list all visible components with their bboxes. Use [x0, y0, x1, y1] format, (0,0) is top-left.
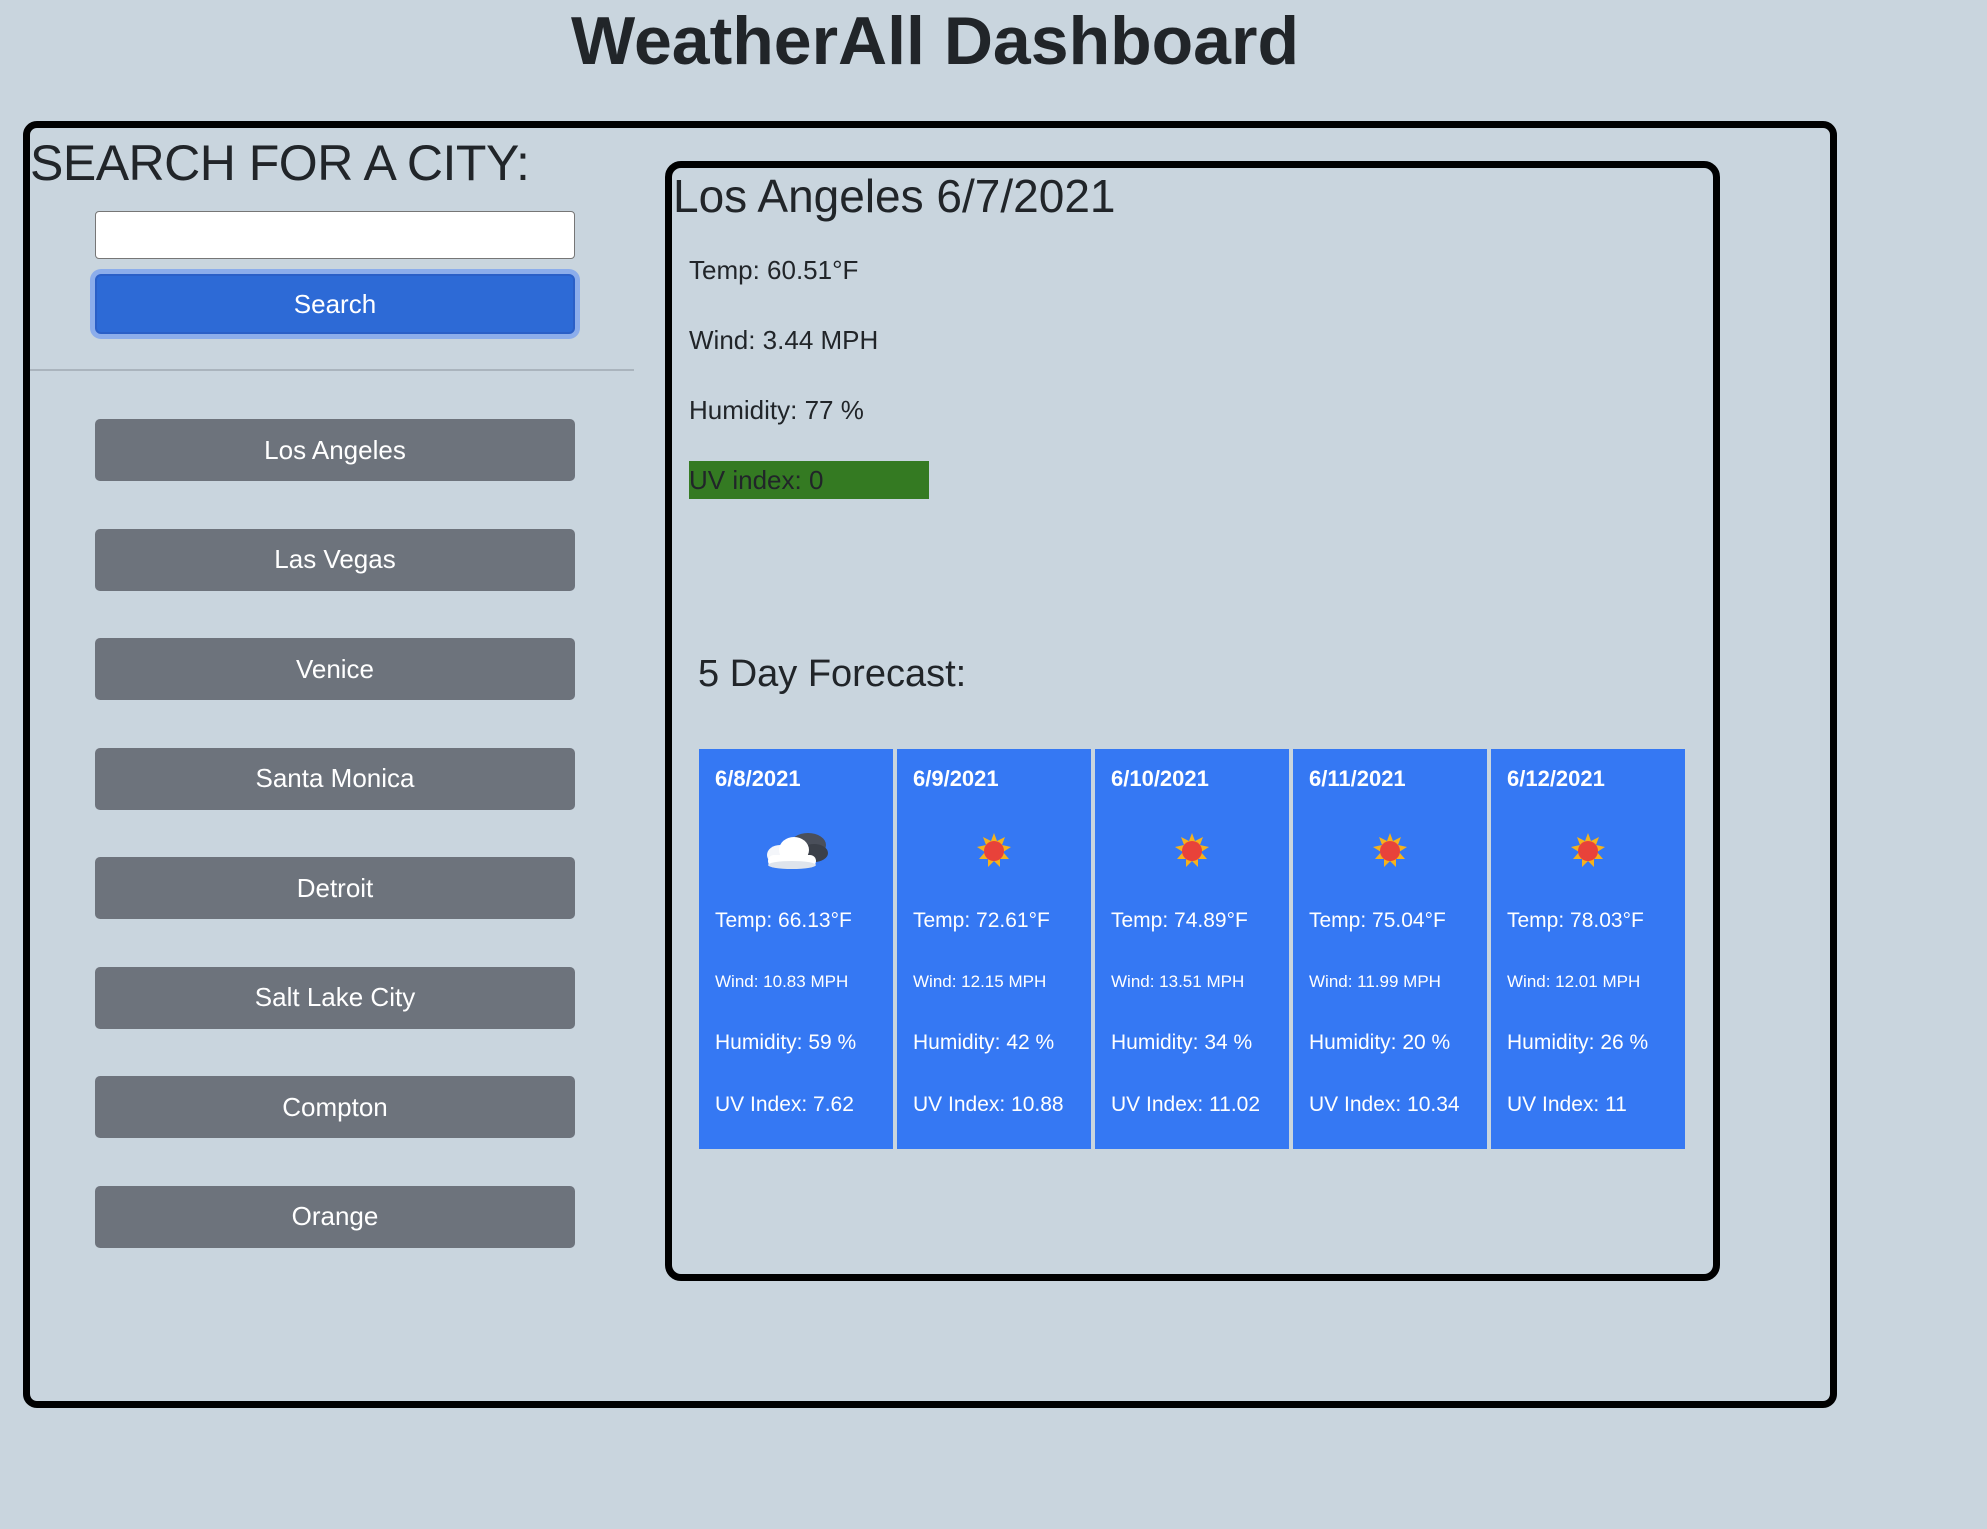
forecast-date: 6/11/2021	[1309, 766, 1406, 791]
forecast-humidity: Humidity: 26 %	[1507, 1031, 1649, 1054]
forecast-date: 6/10/2021	[1111, 766, 1209, 791]
history-button-detroit[interactable]: Detroit	[95, 857, 575, 919]
forecast-heading: 5 Day Forecast:	[698, 653, 967, 695]
history-button-salt-lake-city[interactable]: Salt Lake City	[95, 966, 575, 1029]
partly-cloudy-icon	[767, 833, 828, 869]
history-button-las-vegas[interactable]: Las Vegas	[95, 528, 575, 591]
sun-icon	[977, 833, 1011, 867]
forecast-humidity: Humidity: 42 %	[913, 1031, 1055, 1054]
forecast-uv: UV Index: 11.02	[1111, 1093, 1261, 1116]
forecast-card: 6/9/2021 Temp: 72.61°F Wind: 12.15 MPH H…	[897, 749, 1091, 1149]
forecast-card: 6/12/2021 Temp: 78.03°F Wind: 12.01 MPH …	[1491, 749, 1685, 1149]
forecast-wind: Wind: 10.83 MPH	[715, 972, 849, 991]
search-history-list: Los Angeles Las Vegas Venice Santa Monic…	[95, 419, 575, 1295]
forecast-uv: UV Index: 10.88	[913, 1093, 1064, 1116]
forecast-row: 6/8/2021 Temp: 66.13°F Wind: 10.83 MPH H…	[699, 749, 1689, 1149]
forecast-humidity: Humidity: 34 %	[1111, 1031, 1253, 1054]
forecast-temp: Temp: 66.13°F	[715, 909, 852, 932]
history-button-orange[interactable]: Orange	[95, 1185, 575, 1248]
forecast-wind: Wind: 12.01 MPH	[1507, 972, 1641, 991]
forecast-temp: Temp: 75.04°F	[1309, 909, 1446, 932]
forecast-humidity: Humidity: 59 %	[715, 1031, 857, 1054]
forecast-temp: Temp: 74.89°F	[1111, 909, 1248, 932]
forecast-uv: UV Index: 7.62	[715, 1093, 854, 1116]
forecast-uv: UV Index: 11	[1507, 1093, 1627, 1116]
current-humidity: Humidity: 77 %	[689, 395, 864, 425]
forecast-wind: Wind: 13.51 MPH	[1111, 972, 1245, 991]
forecast-temp: Temp: 72.61°F	[913, 909, 1050, 932]
forecast-date: 6/8/2021	[715, 766, 801, 791]
sun-icon	[1373, 833, 1407, 867]
history-button-compton[interactable]: Compton	[95, 1076, 575, 1138]
page-title: WeatherAll Dashboard	[570, 3, 1299, 79]
forecast-card: 6/10/2021 Temp: 74.89°F Wind: 13.51 MPH …	[1095, 749, 1289, 1149]
forecast-date: 6/12/2021	[1507, 766, 1605, 791]
city-search-input[interactable]	[95, 211, 575, 259]
history-button-venice[interactable]: Venice	[95, 638, 575, 700]
forecast-humidity: Humidity: 20 %	[1309, 1031, 1451, 1054]
current-city-heading: Los Angeles 6/7/2021	[673, 170, 1116, 222]
search-divider	[30, 369, 634, 371]
history-button-santa-monica[interactable]: Santa Monica	[95, 747, 575, 810]
forecast-temp: Temp: 78.03°F	[1507, 909, 1644, 932]
current-wind: Wind: 3.44 MPH	[689, 325, 879, 355]
current-uv-badge: UV index: 0	[689, 461, 929, 499]
sun-icon	[1175, 833, 1209, 867]
forecast-card: 6/11/2021 Temp: 75.04°F Wind: 11.99 MPH …	[1293, 749, 1487, 1149]
current-temp: Temp: 60.51°F	[689, 255, 859, 285]
forecast-uv: UV Index: 10.34	[1309, 1093, 1460, 1116]
forecast-card: 6/8/2021 Temp: 66.13°F Wind: 10.83 MPH H…	[699, 749, 893, 1149]
forecast-wind: Wind: 12.15 MPH	[913, 972, 1047, 991]
forecast-date: 6/9/2021	[913, 766, 999, 791]
search-heading: SEARCH FOR A CITY:	[30, 135, 530, 191]
history-button-los-angeles[interactable]: Los Angeles	[95, 419, 575, 481]
search-button[interactable]: Search	[95, 274, 575, 334]
forecast-wind: Wind: 11.99 MPH	[1309, 972, 1441, 991]
sun-icon	[1571, 833, 1605, 867]
